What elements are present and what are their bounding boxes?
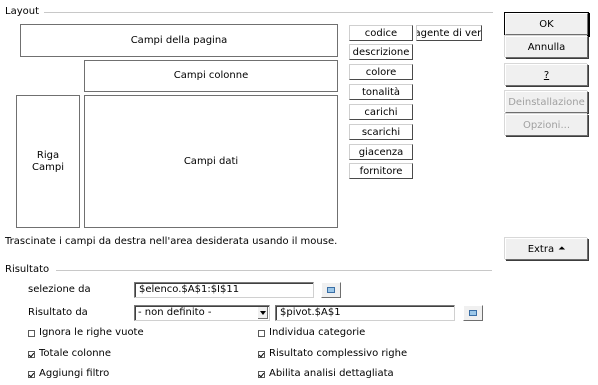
result-select[interactable]: - non definito - xyxy=(134,305,270,321)
result-shrink-button[interactable] xyxy=(463,305,483,321)
row-fields-zone[interactable]: Riga Campi xyxy=(16,95,80,228)
checkbox-box-checked xyxy=(28,350,35,358)
data-fields-label: Campi dati xyxy=(183,155,239,167)
data-fields-zone[interactable]: Campi dati xyxy=(84,95,338,228)
row-fields-label-line2: Campi xyxy=(32,161,64,173)
cancel-button[interactable]: Annulla xyxy=(505,36,588,58)
help-button[interactable]: ? xyxy=(505,64,588,86)
row-fields-label-line1: Riga xyxy=(36,149,60,161)
help-button-label: ? xyxy=(543,69,550,81)
total-rows-checkbox[interactable]: Risultato complessivo righe xyxy=(258,348,407,360)
checkbox-box xyxy=(258,329,265,337)
total-rows-label: Risultato complessivo righe xyxy=(269,348,408,359)
shrink-icon xyxy=(327,287,335,293)
field-fornitore[interactable]: fornitore xyxy=(349,163,413,179)
checkbox-box-checked xyxy=(28,370,35,378)
shrink-icon xyxy=(469,310,477,316)
options-button[interactable]: Opzioni... xyxy=(505,114,588,136)
checkbox-box xyxy=(28,329,35,337)
uninstall-button[interactable]: Deinstallazione xyxy=(505,91,588,113)
checkbox-box-checked xyxy=(258,350,265,358)
ignore-empty-rows-checkbox[interactable]: Ignora le righe vuote xyxy=(28,327,144,339)
field-giacenza[interactable]: giacenza xyxy=(349,144,413,160)
column-fields-zone[interactable]: Campi colonne xyxy=(84,60,338,92)
selection-input[interactable]: $elenco.$A$1:$I$11 xyxy=(134,282,314,298)
column-fields-label: Campi colonne xyxy=(173,70,249,81)
layout-hint: Trascinate i campi da destra nell'area d… xyxy=(5,236,338,247)
add-filter-checkbox[interactable]: Aggiungi filtro xyxy=(28,368,109,380)
extra-button-label: Extra xyxy=(527,243,555,255)
field-tonalita[interactable]: tonalità xyxy=(349,84,413,100)
ignore-empty-rows-label: Ignora le righe vuote xyxy=(39,327,144,338)
chevron-down-icon xyxy=(258,307,268,319)
layout-group-title: Layout xyxy=(5,6,39,18)
result-select-value: - non definito - xyxy=(138,307,212,318)
field-agente-di-vendita[interactable]: agente di ven xyxy=(416,25,482,41)
result-group-line xyxy=(56,270,492,271)
selection-label: selezione da xyxy=(28,284,91,295)
add-filter-label: Aggiungi filtro xyxy=(39,368,110,379)
field-colore[interactable]: colore xyxy=(349,64,413,80)
identify-categories-label: Individua categorie xyxy=(269,327,366,338)
total-columns-checkbox[interactable]: Totale colonne xyxy=(28,348,111,360)
field-carichi[interactable]: carichi xyxy=(349,104,413,120)
extra-button[interactable]: Extra ⏶ xyxy=(505,238,588,260)
layout-group-line xyxy=(44,12,493,13)
field-scarichi[interactable]: scarichi xyxy=(349,124,413,140)
drill-down-checkbox[interactable]: Abilita analisi dettagliata xyxy=(258,368,394,380)
page-fields-label: Campi della pagina xyxy=(130,34,228,46)
ok-button[interactable]: OK xyxy=(505,13,588,35)
result-group-title: Risultato xyxy=(5,264,50,276)
field-descrizione[interactable]: descrizione xyxy=(349,44,413,60)
result-label: Risultato da xyxy=(28,307,88,318)
field-codice[interactable]: codice xyxy=(349,25,413,41)
total-columns-label: Totale colonne xyxy=(39,348,112,359)
selection-shrink-button[interactable] xyxy=(321,282,341,298)
page-fields-zone[interactable]: Campi della pagina xyxy=(20,24,338,57)
double-chevron-up-icon: ⏶ xyxy=(558,243,566,254)
drill-down-label: Abilita analisi dettagliata xyxy=(269,368,394,379)
identify-categories-checkbox[interactable]: Individua categorie xyxy=(258,327,365,339)
checkbox-box-checked xyxy=(258,370,265,378)
result-target-input[interactable]: $pivot.$A$1 xyxy=(275,305,455,321)
